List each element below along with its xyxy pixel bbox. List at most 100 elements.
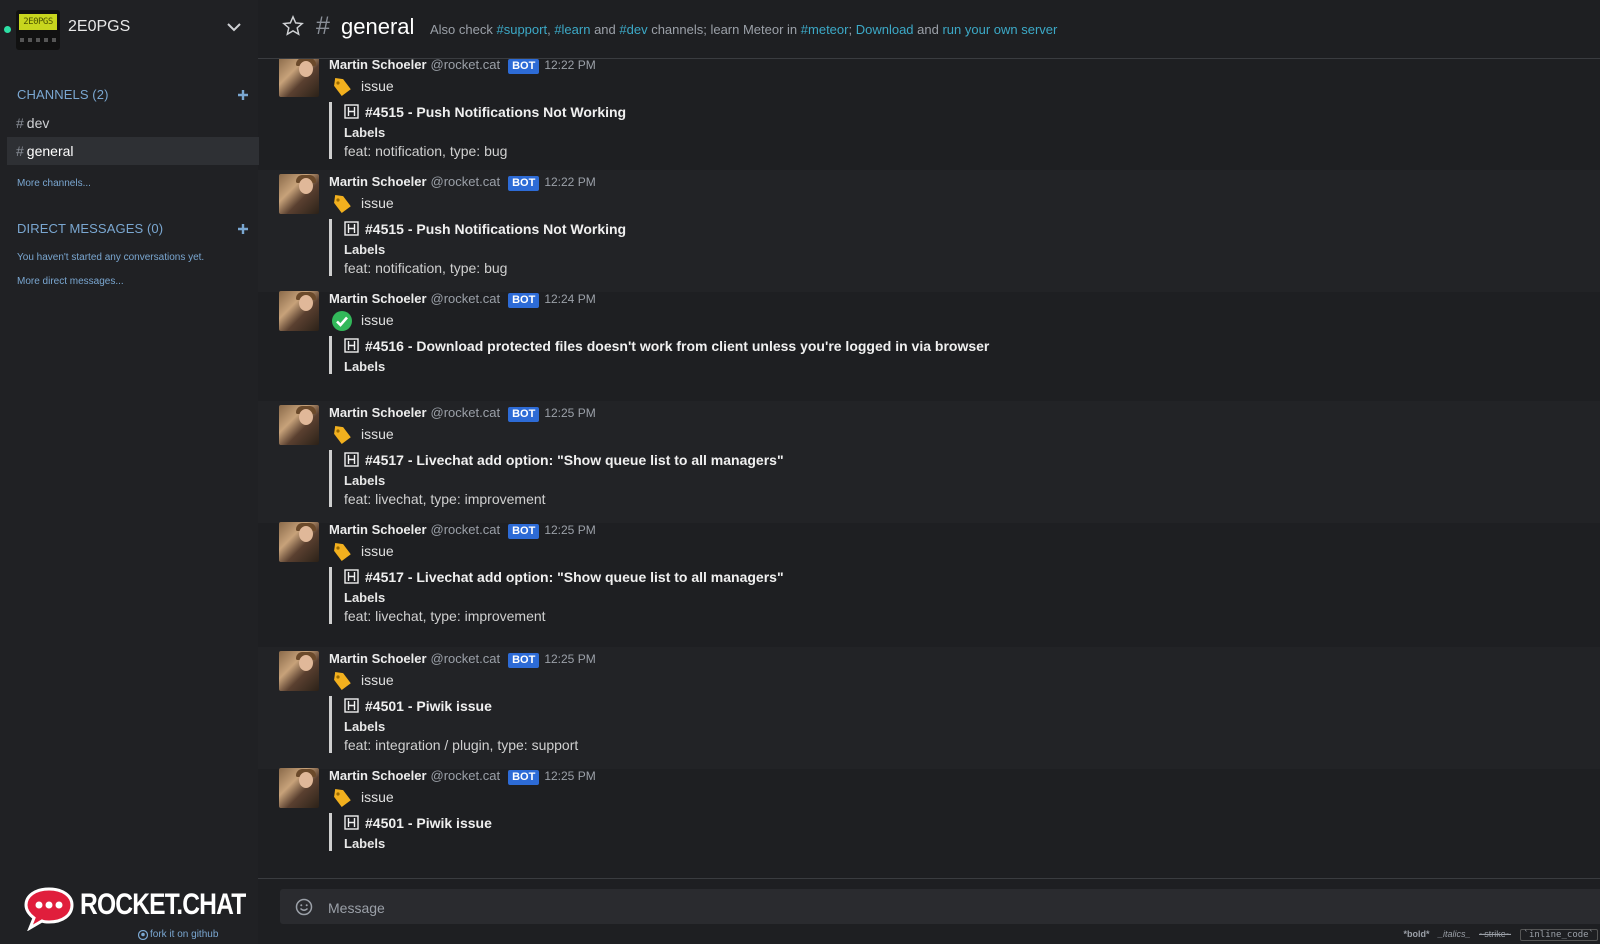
github-issue-icon bbox=[344, 221, 359, 236]
message-item[interactable]: Martin Schoeler @rocket.cat BOT 12:24 PM is… bbox=[258, 291, 1600, 400]
emoji-picker-icon[interactable] bbox=[295, 898, 313, 916]
message-header: Martin Schoeler @rocket.cat BOT 12:25 PM bbox=[329, 651, 596, 668]
message-item[interactable]: Martin Schoeler @rocket.cat BOT 12:25 PM is… bbox=[258, 768, 1600, 878]
sender-avatar[interactable] bbox=[279, 291, 319, 331]
bot-badge: BOT bbox=[508, 293, 540, 308]
hint-bold: *bold* bbox=[1403, 929, 1430, 939]
message-header: Martin Schoeler @rocket.cat BOT 12:25 PM bbox=[329, 405, 596, 422]
label-tag-emoji-icon bbox=[331, 76, 353, 98]
attachment-title[interactable]: #4516 - Download protected files doesn't… bbox=[344, 336, 989, 356]
more-direct-messages-link[interactable]: More direct messages... bbox=[17, 276, 124, 287]
sender-avatar[interactable] bbox=[279, 59, 319, 97]
message-text: issue bbox=[361, 312, 394, 328]
label-tag-emoji-icon bbox=[331, 193, 353, 215]
label-tag-emoji-icon bbox=[331, 541, 353, 563]
github-issue-attachment: #4501 - Piwik issue Labels bbox=[329, 813, 492, 851]
message-timestamp: 12:24 PM bbox=[544, 292, 596, 306]
attachment-field-label: Labels bbox=[344, 359, 386, 374]
attachment-field-label: Labels bbox=[344, 590, 386, 605]
message-timestamp: 12:25 PM bbox=[544, 769, 596, 783]
message-timestamp: 12:25 PM bbox=[544, 406, 596, 420]
topic-link-run-server[interactable]: run your own server bbox=[942, 22, 1057, 37]
sender-handle: @rocket.cat bbox=[430, 651, 501, 666]
attachment-field-label: Labels bbox=[344, 125, 386, 140]
label-tag-emoji-icon bbox=[331, 787, 353, 809]
bot-badge: BOT bbox=[508, 176, 540, 191]
sender-handle: @rocket.cat bbox=[430, 405, 501, 420]
message-text: issue bbox=[361, 78, 394, 94]
message-text: issue bbox=[361, 789, 394, 805]
hint-strike: ~strike~ bbox=[1479, 929, 1512, 939]
attachment-title[interactable]: #4517 - Livechat add option: "Show queue… bbox=[344, 450, 784, 470]
more-channels-link[interactable]: More channels... bbox=[17, 178, 91, 189]
sender-name[interactable]: Martin Schoeler bbox=[329, 651, 427, 666]
fork-on-github-link[interactable]: fork it on github bbox=[150, 929, 218, 940]
channel-item-general[interactable]: # general bbox=[7, 137, 259, 165]
sender-name[interactable]: Martin Schoeler bbox=[329, 174, 427, 189]
sender-avatar[interactable] bbox=[279, 174, 319, 214]
avatar-lcd-text: 2E0PGS bbox=[19, 14, 57, 30]
topic-link-learn[interactable]: #learn bbox=[554, 22, 590, 37]
sender-avatar[interactable] bbox=[279, 522, 319, 562]
topic-link-dev[interactable]: #dev bbox=[619, 22, 647, 37]
attachment-title[interactable]: #4517 - Livechat add option: "Show queue… bbox=[344, 567, 784, 587]
sender-avatar[interactable] bbox=[279, 768, 319, 808]
star-icon[interactable] bbox=[282, 15, 304, 37]
message-item[interactable]: Martin Schoeler @rocket.cat BOT 12:25 PM is… bbox=[258, 401, 1600, 523]
attachment-title[interactable]: #4515 - Push Notifications Not Working bbox=[344, 102, 626, 122]
sender-avatar[interactable] bbox=[279, 651, 319, 691]
sender-name[interactable]: Martin Schoeler bbox=[329, 405, 427, 420]
attachment-title[interactable]: #4501 - Piwik issue bbox=[344, 696, 578, 716]
sidebar: 2E0PGS 2E0PGS CHANNELS (2) # dev # general… bbox=[0, 0, 259, 944]
sender-name[interactable]: Martin Schoeler bbox=[329, 59, 427, 72]
hint-inline-code: `inline_code` bbox=[1519, 929, 1598, 941]
bot-badge: BOT bbox=[508, 407, 540, 422]
message-item[interactable]: Martin Schoeler @rocket.cat BOT 12:22 PM is… bbox=[258, 170, 1600, 292]
message-item[interactable]: Martin Schoeler @rocket.cat BOT 12:22 PM is… bbox=[258, 59, 1600, 169]
sender-handle: @rocket.cat bbox=[430, 174, 501, 189]
sender-handle: @rocket.cat bbox=[430, 59, 501, 72]
bot-badge: BOT bbox=[508, 524, 540, 539]
add-direct-message-icon[interactable] bbox=[237, 223, 249, 235]
sender-name[interactable]: Martin Schoeler bbox=[329, 291, 427, 306]
message-header: Martin Schoeler @rocket.cat BOT 12:24 PM bbox=[329, 291, 596, 308]
attachment-field-value: feat: notification, type: bug bbox=[344, 260, 508, 276]
message-input[interactable] bbox=[326, 889, 1590, 926]
sender-name[interactable]: Martin Schoeler bbox=[329, 768, 427, 783]
topic-link-download[interactable]: Download bbox=[856, 22, 914, 37]
topic-link-support[interactable]: #support bbox=[496, 22, 547, 37]
attachment-field-value: feat: integration / plugin, type: suppor… bbox=[344, 737, 579, 753]
sender-name[interactable]: Martin Schoeler bbox=[329, 522, 427, 537]
github-issue-icon bbox=[344, 104, 359, 119]
attachment-field-label: Labels bbox=[344, 242, 386, 257]
user-avatar: 2E0PGS bbox=[16, 10, 60, 50]
attachment-field-value: feat: livechat, type: improvement bbox=[344, 491, 546, 507]
sender-handle: @rocket.cat bbox=[430, 768, 501, 783]
message-item[interactable]: Martin Schoeler @rocket.cat BOT 12:25 PM is… bbox=[258, 647, 1600, 769]
account-header[interactable]: 2E0PGS 2E0PGS bbox=[0, 0, 258, 58]
check-mark-emoji-icon bbox=[331, 310, 353, 332]
github-issue-attachment: #4501 - Piwik issue Labels feat: integra… bbox=[329, 696, 578, 753]
channels-section-title[interactable]: CHANNELS (2) bbox=[17, 87, 109, 102]
rocketchat-logo[interactable]: ROCKET.CHAT fork it on github bbox=[22, 885, 252, 941]
channel-item-dev[interactable]: # dev bbox=[7, 109, 259, 137]
github-icon bbox=[138, 930, 148, 940]
attachment-field-label: Labels bbox=[344, 836, 386, 851]
message-text: issue bbox=[361, 543, 394, 559]
chevron-down-icon[interactable] bbox=[226, 19, 242, 35]
message-header: Martin Schoeler @rocket.cat BOT 12:25 PM bbox=[329, 768, 596, 785]
github-issue-attachment: #4515 - Push Notifications Not Working L… bbox=[329, 102, 626, 159]
topic-link-meteor[interactable]: #meteor bbox=[801, 22, 849, 37]
message-header: Martin Schoeler @rocket.cat BOT 12:22 PM bbox=[329, 59, 596, 74]
add-channel-icon[interactable] bbox=[237, 89, 249, 101]
message-header: Martin Schoeler @rocket.cat BOT 12:22 PM bbox=[329, 174, 596, 191]
message-text: issue bbox=[361, 426, 394, 442]
sender-avatar[interactable] bbox=[279, 405, 319, 445]
github-issue-attachment: #4517 - Livechat add option: "Show queue… bbox=[329, 567, 784, 624]
message-item[interactable]: Martin Schoeler @rocket.cat BOT 12:25 PM is… bbox=[258, 522, 1600, 646]
attachment-title[interactable]: #4501 - Piwik issue bbox=[344, 813, 492, 833]
channel-hash-icon: # bbox=[16, 115, 24, 131]
github-issue-attachment: #4516 - Download protected files doesn't… bbox=[329, 336, 989, 374]
direct-messages-section-title[interactable]: DIRECT MESSAGES (0) bbox=[17, 221, 163, 236]
attachment-title[interactable]: #4515 - Push Notifications Not Working bbox=[344, 219, 626, 239]
